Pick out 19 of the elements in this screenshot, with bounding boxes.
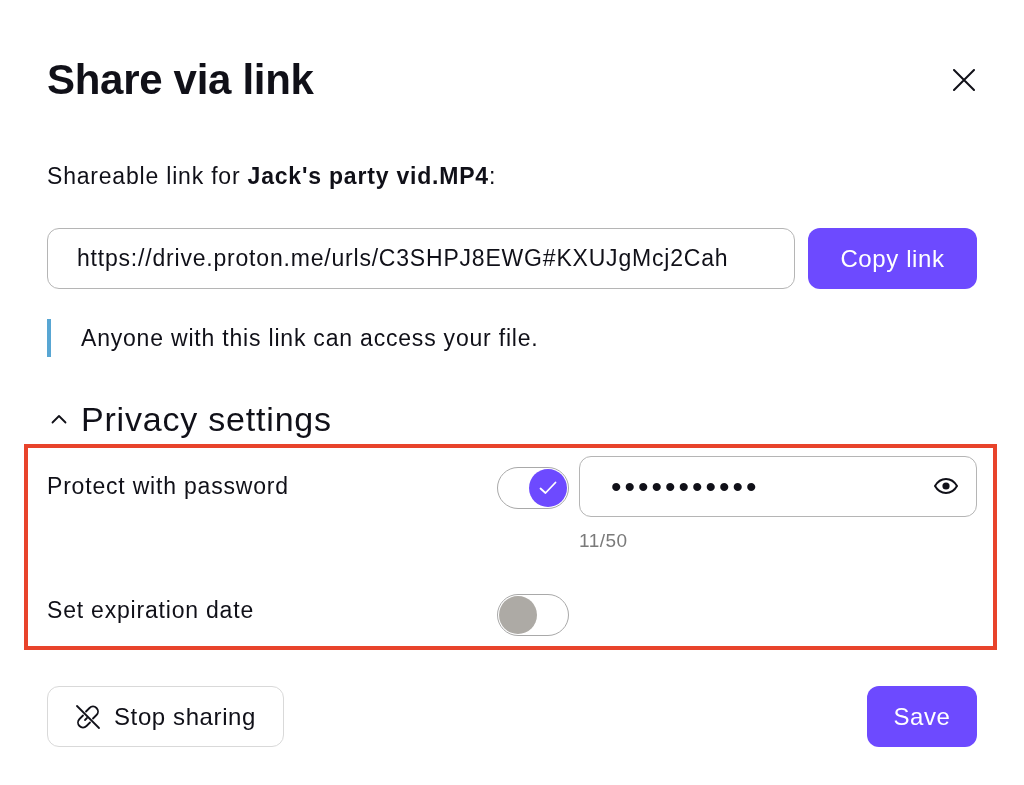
dialog-title: Share via link: [47, 55, 314, 105]
toggle-switch[interactable]: [497, 594, 569, 636]
save-button[interactable]: Save: [867, 686, 977, 747]
setting-label: Protect with password: [47, 472, 289, 501]
check-icon: [539, 481, 557, 495]
close-icon[interactable]: [953, 69, 975, 91]
password-field[interactable]: •••••••••••: [579, 456, 977, 517]
setting-label: Set expiration date: [47, 596, 254, 625]
intro-text: Shareable link for Jack's party vid.MP4:: [47, 162, 497, 191]
chevron-up-icon[interactable]: [51, 414, 67, 424]
section-title: Privacy settings: [81, 399, 332, 439]
link-field[interactable]: https://drive.proton.me/urls/C3SHPJ8EWG#KXUJgMcj2Cah: [47, 228, 795, 289]
link-slash-icon: [75, 703, 101, 730]
copy-link-button[interactable]: Copy link: [808, 228, 977, 289]
eye-icon[interactable]: [934, 478, 958, 494]
character-counter: 11/50: [579, 529, 628, 553]
toggle-switch[interactable]: [497, 467, 569, 509]
info-note: Anyone with this link can access your file.: [81, 324, 539, 353]
stop-sharing-button[interactable]: Stop sharing: [47, 686, 284, 747]
